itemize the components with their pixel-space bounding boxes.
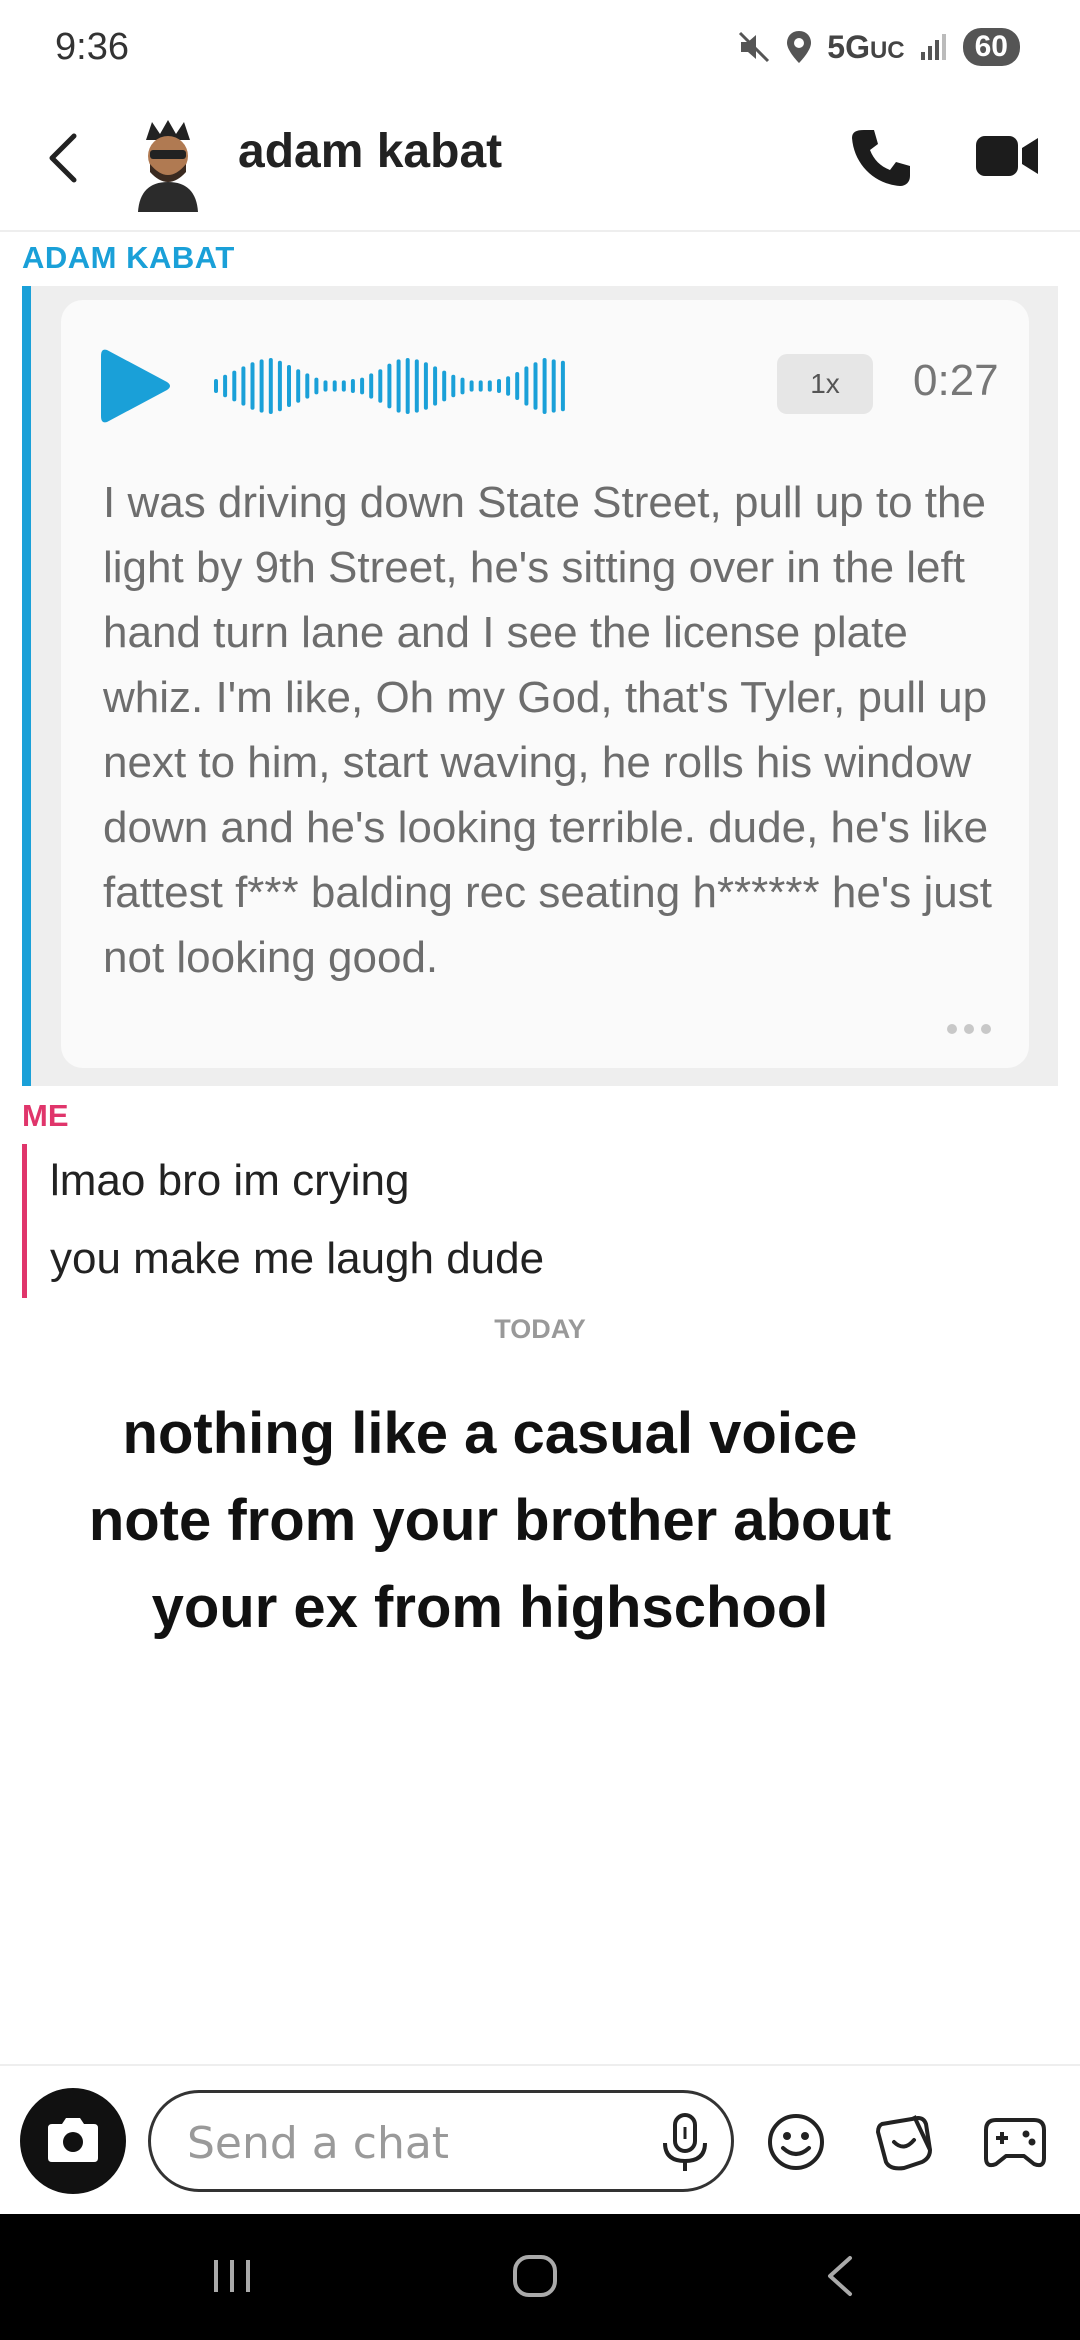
waveform-bar — [423, 362, 428, 410]
signal-icon — [920, 34, 946, 60]
chat-input[interactable] — [187, 2111, 627, 2175]
sender-label: ADAM KABAT — [22, 240, 235, 275]
nav-back-icon[interactable] — [822, 2252, 858, 2300]
waveform-bar — [232, 370, 237, 402]
waveform-bar — [360, 377, 365, 395]
waveform-bar — [433, 366, 438, 406]
message-text[interactable]: lmao bro im crying — [50, 1156, 409, 1206]
waveform-bar — [369, 373, 374, 399]
date-divider: TODAY — [494, 1314, 586, 1344]
phone-icon[interactable] — [850, 126, 912, 188]
waveform-bar — [341, 380, 346, 392]
game-controller-icon[interactable] — [984, 2114, 1046, 2170]
waveform-bar — [478, 380, 483, 392]
waveform-bar — [460, 377, 465, 395]
waveform-bar — [296, 369, 301, 403]
waveform-bar — [533, 362, 538, 410]
waveform-bar — [405, 358, 410, 414]
waveform[interactable] — [213, 356, 569, 416]
waveform-bar — [442, 370, 447, 402]
waveform-bar — [323, 380, 328, 392]
waveform-bar — [287, 365, 291, 407]
waveform-bar — [542, 358, 547, 414]
play-icon[interactable] — [97, 344, 173, 428]
message-text[interactable]: you make me laugh dude — [50, 1234, 544, 1284]
waveform-bar — [497, 379, 501, 393]
waveform-bar — [515, 372, 520, 400]
camera-button[interactable] — [20, 2088, 126, 2194]
system-nav-bar — [0, 2214, 1080, 2340]
status-icons: 5GUC 60 — [737, 28, 1020, 66]
waveform-bar — [332, 380, 337, 392]
chat-input-container[interactable] — [148, 2090, 734, 2192]
waveform-bar — [469, 380, 474, 392]
waveform-bar — [277, 360, 282, 412]
avatar[interactable] — [120, 116, 216, 212]
waveform-bar — [414, 359, 419, 413]
waveform-bar — [214, 379, 218, 393]
home-icon[interactable] — [510, 2252, 560, 2300]
status-time: 9:36 — [55, 26, 129, 68]
back-icon[interactable] — [40, 128, 84, 188]
camera-icon — [48, 2118, 98, 2162]
contact-name[interactable]: adam kabat — [238, 124, 502, 179]
voice-note-card: 1x 0:27 I was driving down State Street,… — [61, 300, 1029, 1068]
waveform-bar — [378, 369, 383, 403]
voice-message: 1x 0:27 I was driving down State Street,… — [22, 286, 1058, 1086]
emoji-icon[interactable] — [766, 2112, 826, 2172]
mic-icon[interactable] — [657, 2113, 713, 2173]
playback-speed-button[interactable]: 1x — [777, 354, 873, 414]
composer-bar — [0, 2064, 1080, 2214]
waveform-bar — [250, 362, 255, 410]
waveform-bar — [396, 359, 401, 413]
waveform-bar — [314, 377, 319, 395]
me-message-bar — [22, 1144, 27, 1298]
network-label: 5GUC — [827, 28, 905, 65]
waveform-bar — [259, 359, 264, 413]
waveform-bar — [487, 380, 492, 392]
location-icon — [787, 31, 812, 63]
waveform-bar — [223, 374, 228, 398]
mute-icon — [739, 31, 770, 63]
waveform-bar — [506, 376, 511, 396]
chat-header: adam kabat — [0, 100, 1080, 232]
sticker-icon[interactable] — [874, 2110, 934, 2172]
recent-apps-icon[interactable] — [210, 2252, 254, 2300]
voice-note-transcript: I was driving down State Street, pull up… — [103, 478, 992, 982]
waveform-bar — [560, 360, 565, 412]
video-icon[interactable] — [974, 130, 1040, 182]
waveform-bar — [350, 379, 355, 393]
me-label: ME — [22, 1098, 69, 1133]
voice-note-duration: 0:27 — [913, 356, 999, 405]
waveform-bar — [268, 358, 273, 414]
waveform-bar — [305, 373, 310, 399]
more-options-icon[interactable] — [945, 1022, 993, 1036]
status-bar: 9:36 5GUC 60 — [0, 0, 1080, 100]
overlay-caption: nothing like a casual voice note from yo… — [88, 1401, 892, 1640]
battery-icon: 60 — [962, 28, 1020, 66]
waveform-bar — [241, 366, 246, 406]
waveform-bar — [524, 366, 529, 406]
waveform-bar — [387, 363, 392, 409]
waveform-bar — [451, 374, 456, 398]
waveform-bar — [551, 359, 556, 413]
